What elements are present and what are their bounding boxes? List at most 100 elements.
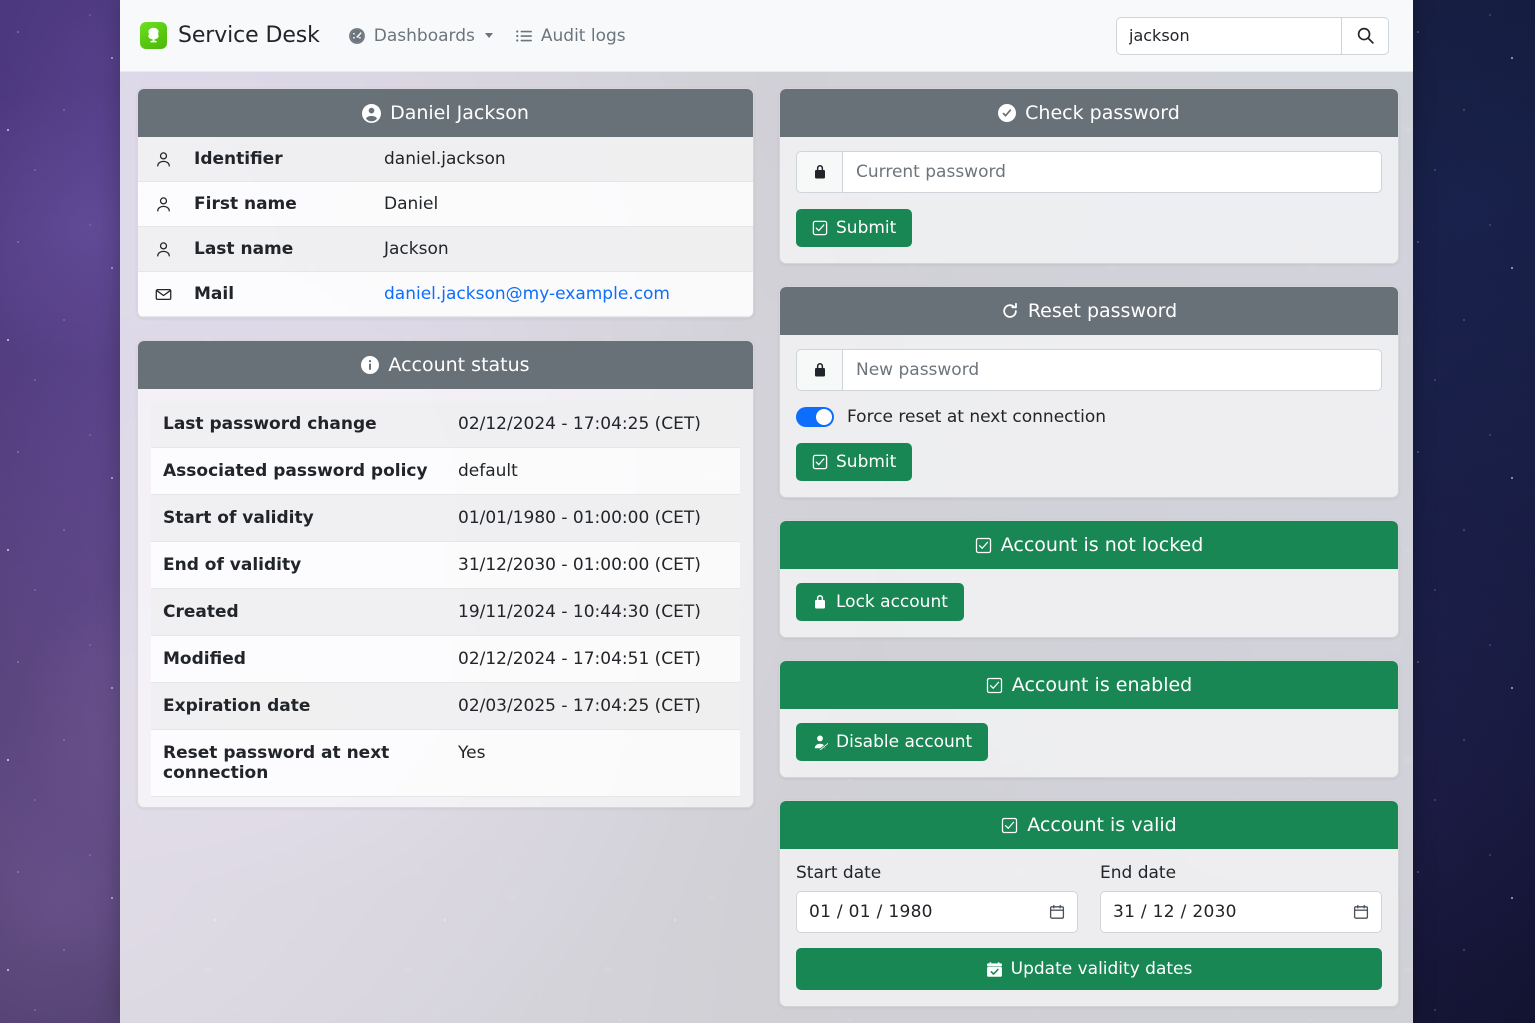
lock-icon	[796, 151, 842, 193]
mail-link[interactable]: daniel.jackson@my-example.com	[384, 284, 670, 304]
table-row: Last password change 02/12/2024 - 17:04:…	[151, 401, 740, 448]
table-row: Expiration date 02/03/2025 - 17:04:25 (C…	[151, 682, 740, 730]
account-status-card-title: Account status	[388, 354, 530, 376]
enable-status-card-header: Account is enabled	[780, 661, 1398, 709]
table-row: Modified 02/12/2024 - 17:04:51 (CET)	[151, 635, 740, 683]
enable-status-card-body: Disable account	[780, 709, 1398, 777]
check-password-card-body: Submit	[780, 137, 1398, 263]
row-value: daniel.jackson	[374, 137, 753, 182]
update-validity-button[interactable]: Update validity dates	[796, 948, 1382, 990]
nav-label-audit-logs: Audit logs	[540, 25, 626, 46]
row-value: 01/01/1980 - 01:00:00 (CET)	[446, 494, 740, 542]
lock-status-card: Account is not locked Lock account	[779, 520, 1399, 638]
person-slash-icon	[812, 734, 828, 750]
current-password-input[interactable]	[842, 151, 1382, 193]
calendar-check-icon	[986, 961, 1003, 978]
reset-password-card-body: Force reset at next connection Submit	[780, 335, 1398, 497]
top-navbar: Service Desk Dashboards Audit logs jacks…	[120, 0, 1413, 72]
lock-fill-icon	[812, 594, 828, 610]
nav-label-dashboards: Dashboards	[373, 25, 475, 46]
disable-account-button[interactable]: Disable account	[796, 723, 989, 761]
check-square-icon	[975, 537, 992, 554]
new-password-input[interactable]	[842, 349, 1382, 391]
check-password-card-title: Check password	[1025, 102, 1180, 124]
lock-account-label: Lock account	[836, 592, 948, 612]
row-value: 31/12/2030 - 01:00:00 (CET)	[446, 541, 740, 589]
row-value: daniel.jackson@my-example.com	[374, 271, 753, 317]
check-square-icon	[1001, 817, 1018, 834]
table-row: Last name Jackson	[138, 226, 753, 272]
speedometer-icon	[348, 27, 366, 45]
row-label: First name	[184, 181, 374, 227]
row-key: End of validity	[151, 541, 446, 589]
search-icon	[1356, 26, 1375, 45]
calendar-icon[interactable]	[1353, 904, 1369, 920]
enable-status-card: Account is enabled Disable account	[779, 660, 1399, 778]
validity-card-body: Start date 01 / 01 / 1980 End date 31 / …	[780, 849, 1398, 1006]
validity-card: Account is valid Start date 01 / 01 / 19…	[779, 800, 1399, 1007]
identity-card-title: Daniel Jackson	[390, 102, 529, 124]
check-square-icon	[812, 220, 828, 236]
new-password-group	[796, 349, 1382, 391]
force-reset-row: Force reset at next connection	[796, 407, 1382, 427]
disable-account-label: Disable account	[836, 732, 973, 752]
right-column: Check password Submit Reset password For…	[779, 88, 1399, 1023]
row-value: Yes	[446, 729, 740, 797]
reset-password-card: Reset password Force reset at next conne…	[779, 286, 1399, 498]
main-content: Daniel Jackson Identifier daniel.jackson…	[120, 72, 1413, 1023]
search-button[interactable]	[1341, 16, 1389, 55]
table-row: End of validity 31/12/2030 - 01:00:00 (C…	[151, 541, 740, 589]
check-password-card: Check password Submit	[779, 88, 1399, 264]
reset-password-card-header: Reset password	[780, 287, 1398, 335]
start-date-input[interactable]: 01 / 01 / 1980	[796, 891, 1078, 933]
check-circle-icon	[998, 104, 1017, 122]
reset-password-submit-label: Submit	[836, 452, 897, 472]
validity-card-header: Account is valid	[780, 801, 1398, 849]
info-circle-icon	[361, 356, 380, 374]
end-date-label: End date	[1100, 863, 1177, 883]
brand[interactable]: Service Desk	[140, 22, 320, 49]
table-row: Mail daniel.jackson@my-example.com	[138, 271, 753, 317]
left-column: Daniel Jackson Identifier daniel.jackson…	[137, 88, 754, 1023]
force-reset-label: Force reset at next connection	[847, 407, 1107, 427]
page-background: Service Desk Dashboards Audit logs jacks…	[0, 0, 1535, 1023]
end-date-field: End date 31 / 12 / 2030	[1100, 863, 1382, 933]
start-date-field: Start date 01 / 01 / 1980	[796, 863, 1078, 933]
row-key: Modified	[151, 635, 446, 683]
row-key: Expiration date	[151, 682, 446, 730]
check-square-icon	[812, 454, 828, 470]
end-date-value: 31 / 12 / 2030	[1113, 902, 1237, 922]
enable-status-title: Account is enabled	[1011, 674, 1193, 696]
envelope-icon	[138, 271, 184, 317]
table-row: Created 19/11/2024 - 10:44:30 (CET)	[151, 588, 740, 636]
row-value: 02/03/2025 - 17:04:25 (CET)	[446, 682, 740, 730]
check-square-icon	[986, 677, 1003, 694]
brand-name: Service Desk	[178, 23, 320, 48]
reset-password-submit-button[interactable]: Submit	[796, 443, 913, 481]
row-key: Reset password at next connection	[151, 729, 446, 797]
row-label: Mail	[184, 271, 374, 317]
identity-card-header: Daniel Jackson	[138, 89, 753, 137]
person-circle-icon	[362, 103, 382, 123]
nav-item-audit-logs[interactable]: Audit logs	[515, 26, 626, 46]
lock-status-card-body: Lock account	[780, 569, 1398, 637]
row-value: 02/12/2024 - 17:04:51 (CET)	[446, 635, 740, 683]
lock-icon	[796, 349, 842, 391]
row-value: Daniel	[374, 181, 753, 227]
lock-account-button[interactable]: Lock account	[796, 583, 964, 621]
row-key: Start of validity	[151, 494, 446, 542]
end-date-input[interactable]: 31 / 12 / 2030	[1100, 891, 1382, 933]
search-input[interactable]	[1116, 16, 1341, 55]
tree-logo-icon	[140, 22, 167, 49]
force-reset-toggle[interactable]	[796, 407, 834, 427]
table-row: Identifier daniel.jackson	[138, 137, 753, 182]
list-icon	[515, 27, 533, 45]
app-container: Service Desk Dashboards Audit logs jacks…	[120, 0, 1413, 1023]
check-password-submit-button[interactable]: Submit	[796, 209, 913, 247]
nav-item-dashboards[interactable]: Dashboards	[348, 26, 493, 46]
person-icon	[138, 137, 184, 182]
row-value: 02/12/2024 - 17:04:25 (CET)	[446, 401, 740, 448]
account-status-table: Last password change 02/12/2024 - 17:04:…	[151, 401, 740, 797]
start-date-label: Start date	[796, 863, 882, 883]
calendar-icon[interactable]	[1049, 904, 1065, 920]
